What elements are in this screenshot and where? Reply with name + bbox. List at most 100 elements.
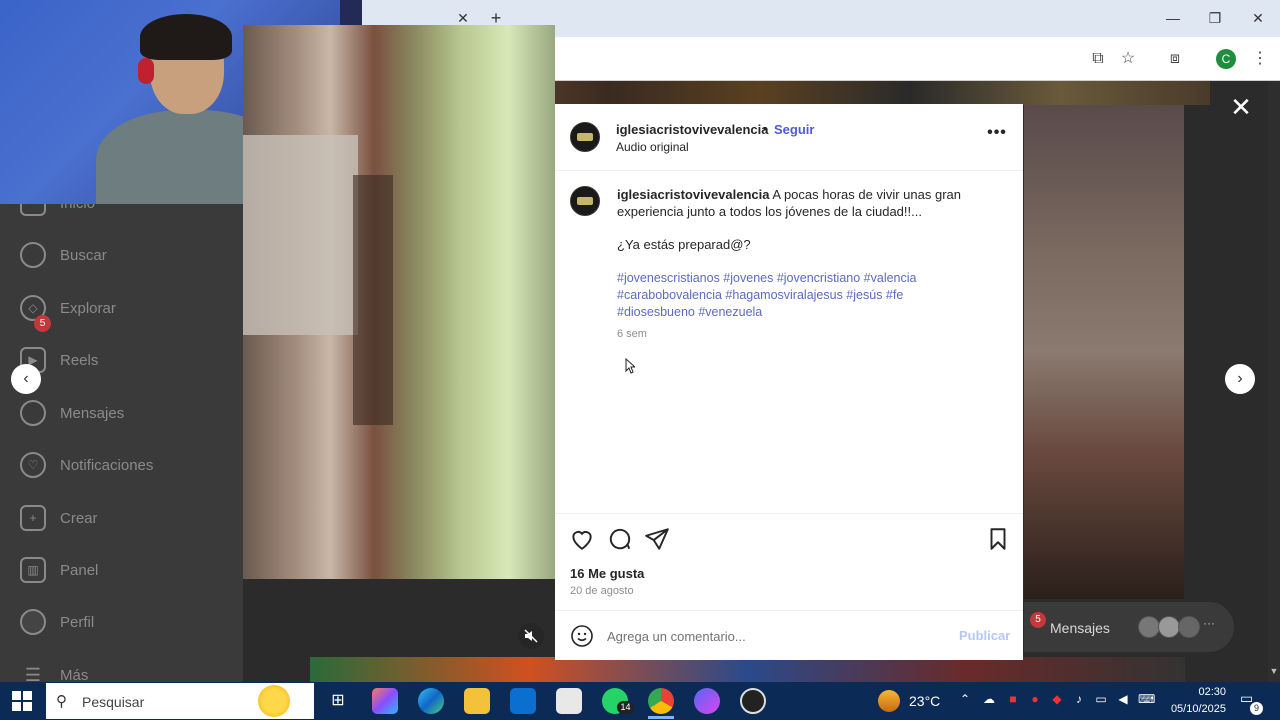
sidebar-item-label: Más <box>60 666 89 684</box>
microphone-icon[interactable]: ♪ <box>1072 692 1086 708</box>
likes-count[interactable]: 16 Me gusta <box>570 566 644 581</box>
plus-square-icon: + <box>20 505 46 531</box>
chevron-up-icon[interactable]: ⌃ <box>958 692 972 708</box>
extensions-icon[interactable]: ⧈ <box>1163 47 1187 71</box>
outlook-icon[interactable] <box>510 688 536 714</box>
keyboard-icon[interactable]: ⌨ <box>1138 692 1155 708</box>
mute-toggle-button[interactable] <box>518 623 544 649</box>
comment-bubble-icon[interactable] <box>607 526 633 552</box>
whatsapp-badge: 14 <box>617 701 634 714</box>
sidebar-item-label: Perfil <box>60 613 95 631</box>
like-heart-icon[interactable] <box>569 526 595 552</box>
bookmark-star-icon[interactable]: ☆ <box>1116 47 1140 71</box>
contact-avatar[interactable] <box>1138 616 1160 638</box>
post-caption: iglesiacristovivevalencia A pocas horas … <box>617 186 1007 220</box>
video-blur-door <box>353 175 393 425</box>
task-view-icon[interactable]: ⊞ <box>325 688 351 714</box>
weather-icon[interactable] <box>878 690 900 712</box>
tray-app-icon[interactable]: ● <box>1028 692 1042 708</box>
heart-icon: ♡ <box>20 452 46 478</box>
search-icon: ⚲ <box>56 693 67 710</box>
video-blur-wall <box>243 135 358 335</box>
messages-bar-label[interactable]: Mensajes <box>1050 620 1110 636</box>
search-icon <box>20 242 46 268</box>
discord-icon[interactable] <box>694 688 720 714</box>
header-separator: • <box>763 121 768 136</box>
post-video[interactable] <box>243 25 555 579</box>
caption-hashtags[interactable]: #jovenescristianos #jovenes #jovencristi… <box>617 270 957 321</box>
window-close-button[interactable]: ✕ <box>1243 6 1273 30</box>
author-username[interactable]: iglesiacristovivevalencia <box>616 122 768 137</box>
microsoft-store-icon[interactable] <box>556 688 582 714</box>
edge-browser-icon[interactable] <box>418 688 444 714</box>
audio-label[interactable]: Audio original <box>616 140 689 154</box>
sidebar-item-panel[interactable]: ▥ Panel <box>20 555 220 585</box>
actions-divider <box>555 513 1023 514</box>
sidebar-item-crear[interactable]: + Crear <box>20 503 220 533</box>
scroll-down-arrow[interactable]: ▼ <box>1268 666 1280 680</box>
feed-thumbnails-right <box>1024 105 1184 599</box>
more-options-button[interactable]: ••• <box>985 124 1009 148</box>
comment-input[interactable] <box>607 624 937 648</box>
browser-menu-icon[interactable]: ⋮ <box>1248 47 1272 71</box>
sidebar-item-label: Crear <box>60 509 98 527</box>
search-highlight-sun-icon[interactable] <box>258 685 290 717</box>
windows-start-icon[interactable] <box>12 691 32 711</box>
sidebar-item-label: Explorar <box>60 299 116 317</box>
publish-button[interactable]: Publicar <box>959 628 1010 643</box>
sidebar-item-reels[interactable]: ▶ Reels <box>20 345 220 375</box>
post-detail-panel: iglesiacristovivevalencia • Seguir Audio… <box>555 104 1023 660</box>
mouse-cursor-icon <box>625 358 635 374</box>
taskbar-search-label[interactable]: Pesquisar <box>82 694 144 710</box>
close-modal-button[interactable]: ✕ <box>1228 94 1254 120</box>
onedrive-cloud-icon[interactable]: ☁ <box>982 692 996 708</box>
copilot-icon[interactable] <box>372 688 398 714</box>
comment-divider <box>555 610 1023 611</box>
volume-icon[interactable]: ◀ <box>1116 692 1130 708</box>
post-date: 20 de agosto <box>570 585 634 597</box>
previous-post-button[interactable]: ‹ <box>11 364 41 394</box>
network-icon[interactable]: ▭ <box>1094 692 1108 708</box>
save-bookmark-icon[interactable] <box>985 526 1011 552</box>
messages-bar-badge: 5 <box>1030 612 1046 628</box>
caption-username[interactable]: iglesiacristovivevalencia <box>617 187 769 202</box>
post-header <box>555 104 1023 171</box>
messenger-icon <box>20 400 46 426</box>
tray-app-icon[interactable]: ■ <box>1006 692 1020 708</box>
sidebar-item-notificaciones[interactable]: ♡ Notificaciones <box>20 450 220 480</box>
feed-thumbnails-bottom <box>310 657 1185 682</box>
messages-badge: 5 <box>34 315 51 332</box>
caption-question: ¿Ya estás preparad@? <box>617 237 751 252</box>
clock-time[interactable]: 02:30 <box>1172 686 1226 698</box>
obs-studio-icon[interactable] <box>740 688 766 714</box>
notification-badge: 9 <box>1250 702 1263 715</box>
clock-date[interactable]: 05/10/2025 <box>1166 703 1226 715</box>
maximize-button[interactable]: ❐ <box>1200 6 1230 30</box>
author-avatar[interactable] <box>570 122 600 152</box>
browser-profile-avatar[interactable]: C <box>1216 49 1236 69</box>
follow-button[interactable]: Seguir <box>774 122 814 137</box>
sidebar-item-label: Mensajes <box>60 404 125 422</box>
caption-author-avatar[interactable] <box>570 186 600 216</box>
avatar-icon <box>20 609 46 635</box>
sidebar-item-label: Reels <box>60 351 99 369</box>
share-send-icon[interactable] <box>644 526 670 552</box>
contact-avatar[interactable] <box>1178 616 1200 638</box>
sidebar-item-buscar[interactable]: Buscar <box>20 240 220 270</box>
tray-app-icon[interactable]: ◆ <box>1050 692 1064 708</box>
sidebar-item-label: Panel <box>60 561 99 579</box>
next-post-button[interactable]: › <box>1225 364 1255 394</box>
caption-timestamp: 6 sem <box>617 328 647 340</box>
sidebar-item-perfil[interactable]: Perfil <box>20 607 220 637</box>
weather-temperature[interactable]: 23°C <box>909 693 940 709</box>
install-app-icon[interactable]: ⧉ <box>1086 47 1110 71</box>
contact-avatar[interactable] <box>1158 616 1180 638</box>
minimize-button[interactable]: — <box>1158 6 1188 30</box>
chrome-active-indicator <box>648 716 674 719</box>
file-explorer-icon[interactable] <box>464 688 490 714</box>
emoji-smiley-icon[interactable] <box>570 624 594 648</box>
messages-bar-more[interactable]: ··· <box>1203 616 1215 630</box>
page-scrollbar[interactable] <box>1268 81 1280 682</box>
sidebar-item-mensajes[interactable]: Mensajes <box>20 398 220 428</box>
chrome-icon[interactable] <box>648 688 674 714</box>
